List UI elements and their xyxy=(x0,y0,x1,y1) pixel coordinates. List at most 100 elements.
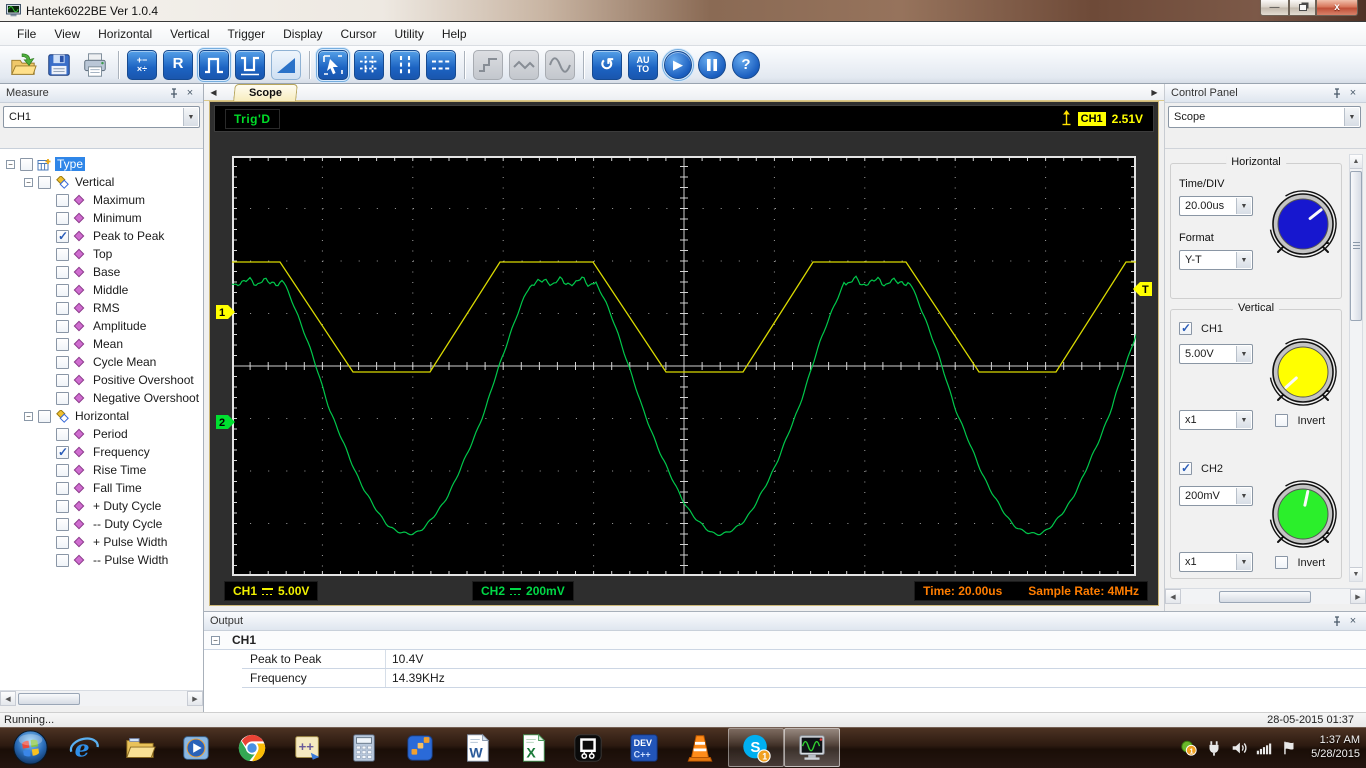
tree-checkbox[interactable] xyxy=(38,410,51,423)
tree-checkbox[interactable] xyxy=(38,176,51,189)
horizontal-cursors-button[interactable] xyxy=(426,50,456,80)
triangle-wave-button[interactable] xyxy=(509,50,539,80)
tree-item-base[interactable]: − Base xyxy=(0,263,203,281)
close-panel-icon[interactable]: × xyxy=(183,87,197,100)
open-button[interactable] xyxy=(8,50,38,80)
save-button[interactable] xyxy=(44,50,74,80)
grid-button[interactable] xyxy=(354,50,384,80)
taskbar-dots-app-button[interactable] xyxy=(392,728,448,767)
ch1-scale-select[interactable]: 5.00V▼ xyxy=(1179,344,1253,364)
tree-checkbox[interactable] xyxy=(56,554,69,567)
minimize-button[interactable]: — xyxy=(1260,0,1289,16)
tree-item-cycle-mean[interactable]: − Cycle Mean xyxy=(0,353,203,371)
collapse-icon[interactable]: − xyxy=(211,636,220,645)
tree-checkbox[interactable] xyxy=(56,356,69,369)
taskbar-ie-button[interactable]: e xyxy=(56,728,112,767)
taskbar-vlc-button[interactable] xyxy=(672,728,728,767)
vertical-cursors-button[interactable] xyxy=(390,50,420,80)
tree-checkbox[interactable] xyxy=(56,338,69,351)
taskbar-circuit-app-button[interactable] xyxy=(560,728,616,767)
tree-item-neg-pulse-width[interactable]: − -- Pulse Width xyxy=(0,551,203,569)
tree-item-maximum[interactable]: − Maximum xyxy=(0,191,203,209)
tree-checkbox[interactable] xyxy=(56,518,69,531)
tree-checkbox[interactable] xyxy=(56,266,69,279)
tab-scroll-left-icon[interactable]: ◀ xyxy=(207,86,220,99)
tree-item-rms[interactable]: − RMS xyxy=(0,299,203,317)
tree-item-fall-time[interactable]: − Fall Time xyxy=(0,479,203,497)
ch2-probe-select[interactable]: x1▼ xyxy=(1179,552,1253,572)
scroll-thumb[interactable] xyxy=(18,693,80,705)
scroll-thumb[interactable] xyxy=(1350,171,1362,321)
menu-horizontal[interactable]: Horizontal xyxy=(89,24,161,44)
tree-item-peak-to-peak[interactable]: − Peak to Peak xyxy=(0,227,203,245)
ch1-probe-select[interactable]: x1▼ xyxy=(1179,410,1253,430)
pin-icon[interactable] xyxy=(1330,87,1344,100)
tray-skype-status-icon[interactable]: 1 xyxy=(1180,739,1198,757)
close-panel-icon[interactable]: × xyxy=(1346,615,1360,628)
tree-checkbox[interactable] xyxy=(56,446,69,459)
tree-item-type[interactable]: − Type xyxy=(0,155,203,173)
scroll-right-icon[interactable]: ▶ xyxy=(1350,589,1366,604)
taskbar-word-button[interactable]: W xyxy=(448,728,504,767)
math-button[interactable]: +−×÷ xyxy=(127,50,157,80)
taskbar-excel-button[interactable]: X xyxy=(504,728,560,767)
restore-button[interactable] xyxy=(1289,0,1316,16)
menu-utility[interactable]: Utility xyxy=(385,24,432,44)
control-vertical-scrollbar[interactable]: ▲ ▼ xyxy=(1349,154,1363,582)
tree-checkbox[interactable] xyxy=(56,536,69,549)
time-div-select[interactable]: 20.00us▼ xyxy=(1179,196,1253,216)
tray-flag-icon[interactable] xyxy=(1280,739,1298,757)
tree-expander-icon[interactable]: − xyxy=(6,160,15,169)
start-button[interactable] xyxy=(4,728,56,767)
menu-help[interactable]: Help xyxy=(433,24,476,44)
tree-checkbox[interactable] xyxy=(56,212,69,225)
taskbar-chrome-button[interactable] xyxy=(224,728,280,767)
tree-checkbox[interactable] xyxy=(56,320,69,333)
scroll-down-icon[interactable]: ▼ xyxy=(1350,567,1362,581)
scroll-up-icon[interactable]: ▲ xyxy=(1350,155,1362,169)
ch1-invert-checkbox[interactable] xyxy=(1275,414,1288,427)
pulse-rise-button[interactable] xyxy=(199,50,229,80)
measure-channel-select[interactable]: CH1 ▼ xyxy=(3,106,200,128)
scroll-left-icon[interactable]: ◀ xyxy=(1165,589,1181,604)
tree-item-mean[interactable]: − Mean xyxy=(0,335,203,353)
ch2-position-knob[interactable] xyxy=(1267,478,1339,550)
tab-scroll-right-icon[interactable]: ▶ xyxy=(1148,86,1161,99)
taskbar-devcpp-button[interactable]: DEVC++ xyxy=(616,728,672,767)
tree-expander-icon[interactable]: − xyxy=(24,412,33,421)
tree-item-middle[interactable]: − Middle xyxy=(0,281,203,299)
tree-checkbox[interactable] xyxy=(56,194,69,207)
tree-item-neg-duty-cycle[interactable]: − -- Duty Cycle xyxy=(0,515,203,533)
print-button[interactable] xyxy=(80,50,110,80)
cursor-button[interactable] xyxy=(318,50,348,80)
auto-button[interactable]: AUTO xyxy=(628,50,658,80)
ch2-scale-select[interactable]: 200mV▼ xyxy=(1179,486,1253,506)
tree-item-pos-pulse-width[interactable]: − + Pulse Width xyxy=(0,533,203,551)
ch1-enable-checkbox[interactable] xyxy=(1179,322,1192,335)
refresh-button[interactable]: ↺ xyxy=(592,50,622,80)
tree-checkbox[interactable] xyxy=(20,158,33,171)
scroll-left-icon[interactable]: ◀ xyxy=(0,691,16,706)
tree-checkbox[interactable] xyxy=(56,464,69,477)
output-group-row[interactable]: − CH1 xyxy=(204,631,1366,650)
tab-scope[interactable]: Scope xyxy=(233,84,298,101)
tree-checkbox[interactable] xyxy=(56,392,69,405)
taskbar-explorer-button[interactable] xyxy=(112,728,168,767)
pin-icon[interactable] xyxy=(1330,615,1344,628)
tree-item-pos-duty-cycle[interactable]: − + Duty Cycle xyxy=(0,497,203,515)
control-mode-select[interactable]: Scope ▼ xyxy=(1168,106,1361,128)
menu-trigger[interactable]: Trigger xyxy=(219,24,275,44)
tree-checkbox[interactable] xyxy=(56,482,69,495)
scroll-right-icon[interactable]: ▶ xyxy=(187,691,203,706)
scroll-thumb[interactable] xyxy=(1219,591,1311,603)
pin-icon[interactable] xyxy=(167,87,181,100)
tree-item-top[interactable]: − Top xyxy=(0,245,203,263)
ramp-button[interactable] xyxy=(271,50,301,80)
menu-view[interactable]: View xyxy=(45,24,89,44)
tree-item-period[interactable]: − Period xyxy=(0,425,203,443)
taskbar-plusplus-button[interactable]: ++ xyxy=(280,728,336,767)
horizontal-knob[interactable] xyxy=(1267,188,1339,260)
tree-item-amplitude[interactable]: − Amplitude xyxy=(0,317,203,335)
ch1-position-knob[interactable] xyxy=(1267,336,1339,408)
tray-volume-icon[interactable] xyxy=(1230,739,1248,757)
